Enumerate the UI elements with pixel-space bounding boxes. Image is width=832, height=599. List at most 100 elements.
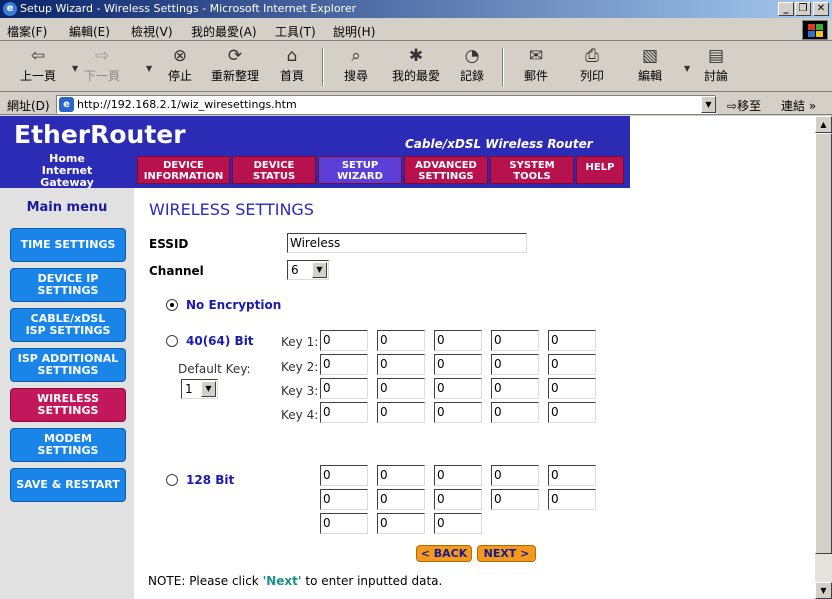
refresh-button[interactable]: ⟳ 重新整理 xyxy=(208,46,262,84)
key2-byte-field[interactable]: 0 xyxy=(377,354,425,375)
key128-byte-field[interactable]: 0 xyxy=(377,465,425,486)
key4-byte-field[interactable]: 0 xyxy=(548,402,596,423)
default-key-label: Default Key: xyxy=(178,362,251,376)
favorites-star-icon: ✱ xyxy=(408,46,424,66)
address-input[interactable]: e http://192.168.2.1/wiz_wiresettings.ht… xyxy=(56,95,716,114)
menu-file[interactable]: 檔案(F) xyxy=(7,23,47,40)
key2-byte-field[interactable]: 0 xyxy=(320,354,368,375)
key4-byte-field[interactable]: 0 xyxy=(320,402,368,423)
key128-byte-field[interactable]: 0 xyxy=(377,489,425,510)
bit128-radio[interactable] xyxy=(166,474,178,486)
stop-button[interactable]: ⊗ 停止 xyxy=(160,46,200,84)
address-label: 網址(D) xyxy=(7,99,50,113)
tab-system-tools[interactable]: SYSTEM TOOLS xyxy=(490,156,574,184)
minimize-button[interactable]: _ xyxy=(778,2,794,16)
search-button[interactable]: ⌕ 搜尋 xyxy=(336,46,376,84)
menu-edit[interactable]: 編輯(E) xyxy=(69,23,110,40)
key1-byte-field[interactable]: 0 xyxy=(491,330,539,351)
key1-byte-field[interactable]: 0 xyxy=(320,330,368,351)
discuss-button[interactable]: ▤ 討論 xyxy=(696,46,736,84)
edit-dropdown-icon[interactable]: ▼ xyxy=(684,64,690,73)
key3-byte-field[interactable]: 0 xyxy=(434,378,482,399)
key128-byte-field[interactable]: 0 xyxy=(434,465,482,486)
address-url: http://192.168.2.1/wiz_wiresettings.htm xyxy=(77,98,297,111)
key3-byte-field[interactable]: 0 xyxy=(491,378,539,399)
key1-byte-field[interactable]: 0 xyxy=(434,330,482,351)
sidebar-title: Main menu xyxy=(26,200,108,215)
key128-byte-field[interactable]: 0 xyxy=(320,489,368,510)
sidebar-item-modem-settings[interactable]: MODEM SETTINGS xyxy=(10,428,126,462)
forward-arrow-icon: ⇨ xyxy=(94,46,110,66)
menu-help[interactable]: 說明(H) xyxy=(333,23,375,40)
tab-device-information[interactable]: DEVICE INFORMATION xyxy=(137,156,230,184)
sidebar-item-wireless-settings[interactable]: WIRELESS SETTINGS xyxy=(10,388,126,422)
maximize-button[interactable]: ❐ xyxy=(795,2,811,16)
essid-input[interactable]: Wireless xyxy=(287,233,527,253)
tab-advanced-settings[interactable]: ADVANCED SETTINGS xyxy=(404,156,488,184)
home-button[interactable]: ⌂ 首頁 xyxy=(272,46,312,84)
next-nav-button[interactable]: NEXT > xyxy=(477,545,536,562)
forward-button[interactable]: ⇨ 下一頁 xyxy=(82,46,122,84)
key4-byte-field[interactable]: 0 xyxy=(434,402,482,423)
key2-byte-field[interactable]: 0 xyxy=(491,354,539,375)
links-button[interactable]: 連結 » xyxy=(781,97,816,114)
key128-byte-field[interactable]: 0 xyxy=(548,465,596,486)
key3-byte-field[interactable]: 0 xyxy=(548,378,596,399)
key1-byte-field[interactable]: 0 xyxy=(548,330,596,351)
sidebar-item-isp-settings[interactable]: CABLE/xDSL ISP SETTINGS xyxy=(10,308,126,342)
mail-button[interactable]: ✉ 郵件 xyxy=(516,46,556,84)
stop-icon: ⊗ xyxy=(172,46,188,66)
key128-byte-field[interactable]: 0 xyxy=(434,489,482,510)
no-encryption-radio[interactable] xyxy=(166,299,178,311)
bit40-radio[interactable] xyxy=(166,335,178,347)
discuss-icon: ▤ xyxy=(707,46,725,66)
tab-device-status[interactable]: DEVICE STATUS xyxy=(232,156,316,184)
menu-favorites[interactable]: 我的最愛(A) xyxy=(191,23,257,40)
key128-byte-field[interactable]: 0 xyxy=(548,489,596,510)
key128-byte-field[interactable]: 0 xyxy=(491,465,539,486)
sidebar-item-save-restart[interactable]: SAVE & RESTART xyxy=(10,468,126,502)
print-button[interactable]: ⎙ 列印 xyxy=(572,46,612,84)
go-button[interactable]: ⇨移至 xyxy=(727,97,761,114)
key128-byte-field[interactable]: 0 xyxy=(491,489,539,510)
toolbar-separator xyxy=(502,48,504,86)
key3-label: Key 3: xyxy=(281,384,319,398)
sidebar-item-time-settings[interactable]: TIME SETTINGS xyxy=(10,228,126,262)
close-button[interactable]: ✕ xyxy=(813,2,829,16)
key128-byte-field[interactable]: 0 xyxy=(377,513,425,534)
default-key-select[interactable]: 1 ▼ xyxy=(181,379,218,399)
menu-view[interactable]: 檢視(V) xyxy=(131,23,173,40)
tab-setup-wizard[interactable]: SETUP WIZARD xyxy=(318,156,402,184)
menu-tools[interactable]: 工具(T) xyxy=(275,23,316,40)
key1-byte-field[interactable]: 0 xyxy=(377,330,425,351)
key2-byte-field[interactable]: 0 xyxy=(434,354,482,375)
key3-byte-field[interactable]: 0 xyxy=(377,378,425,399)
tab-help[interactable]: HELP xyxy=(576,156,624,184)
back-dropdown-icon[interactable]: ▼ xyxy=(72,64,78,73)
scroll-thumb[interactable] xyxy=(815,133,832,554)
back-button[interactable]: ⇦ 上一頁 xyxy=(18,46,58,84)
channel-select[interactable]: 6 ▼ xyxy=(287,260,329,280)
key128-byte-field[interactable]: 0 xyxy=(320,513,368,534)
vertical-scrollbar[interactable]: ▲ ▼ xyxy=(815,116,832,599)
home-icon: ⌂ xyxy=(286,46,298,66)
favorites-button[interactable]: ✱ 我的最愛 xyxy=(386,46,446,84)
key4-byte-field[interactable]: 0 xyxy=(377,402,425,423)
back-nav-button[interactable]: < BACK xyxy=(416,545,472,562)
scroll-down-button[interactable]: ▼ xyxy=(815,582,832,599)
forward-dropdown-icon[interactable]: ▼ xyxy=(146,64,152,73)
key4-byte-field[interactable]: 0 xyxy=(491,402,539,423)
scroll-up-button[interactable]: ▲ xyxy=(815,116,832,133)
address-dropdown-button[interactable]: ▼ xyxy=(701,96,716,113)
sidebar-item-device-ip-settings[interactable]: DEVICE IP SETTINGS xyxy=(10,268,126,302)
history-button[interactable]: ◔ 記錄 xyxy=(452,46,492,84)
sidebar-item-isp-additional-settings[interactable]: ISP ADDITIONAL SETTINGS xyxy=(10,348,126,382)
go-arrow-icon: ⇨ xyxy=(727,99,738,113)
chevron-down-icon: ▼ xyxy=(312,262,327,278)
key2-byte-field[interactable]: 0 xyxy=(548,354,596,375)
brand-subtitle: Cable/xDSL Wireless Router xyxy=(405,137,593,151)
edit-button[interactable]: ▧ 編輯 xyxy=(630,46,670,84)
key3-byte-field[interactable]: 0 xyxy=(320,378,368,399)
key128-byte-field[interactable]: 0 xyxy=(320,465,368,486)
key128-byte-field[interactable]: 0 xyxy=(434,513,482,534)
